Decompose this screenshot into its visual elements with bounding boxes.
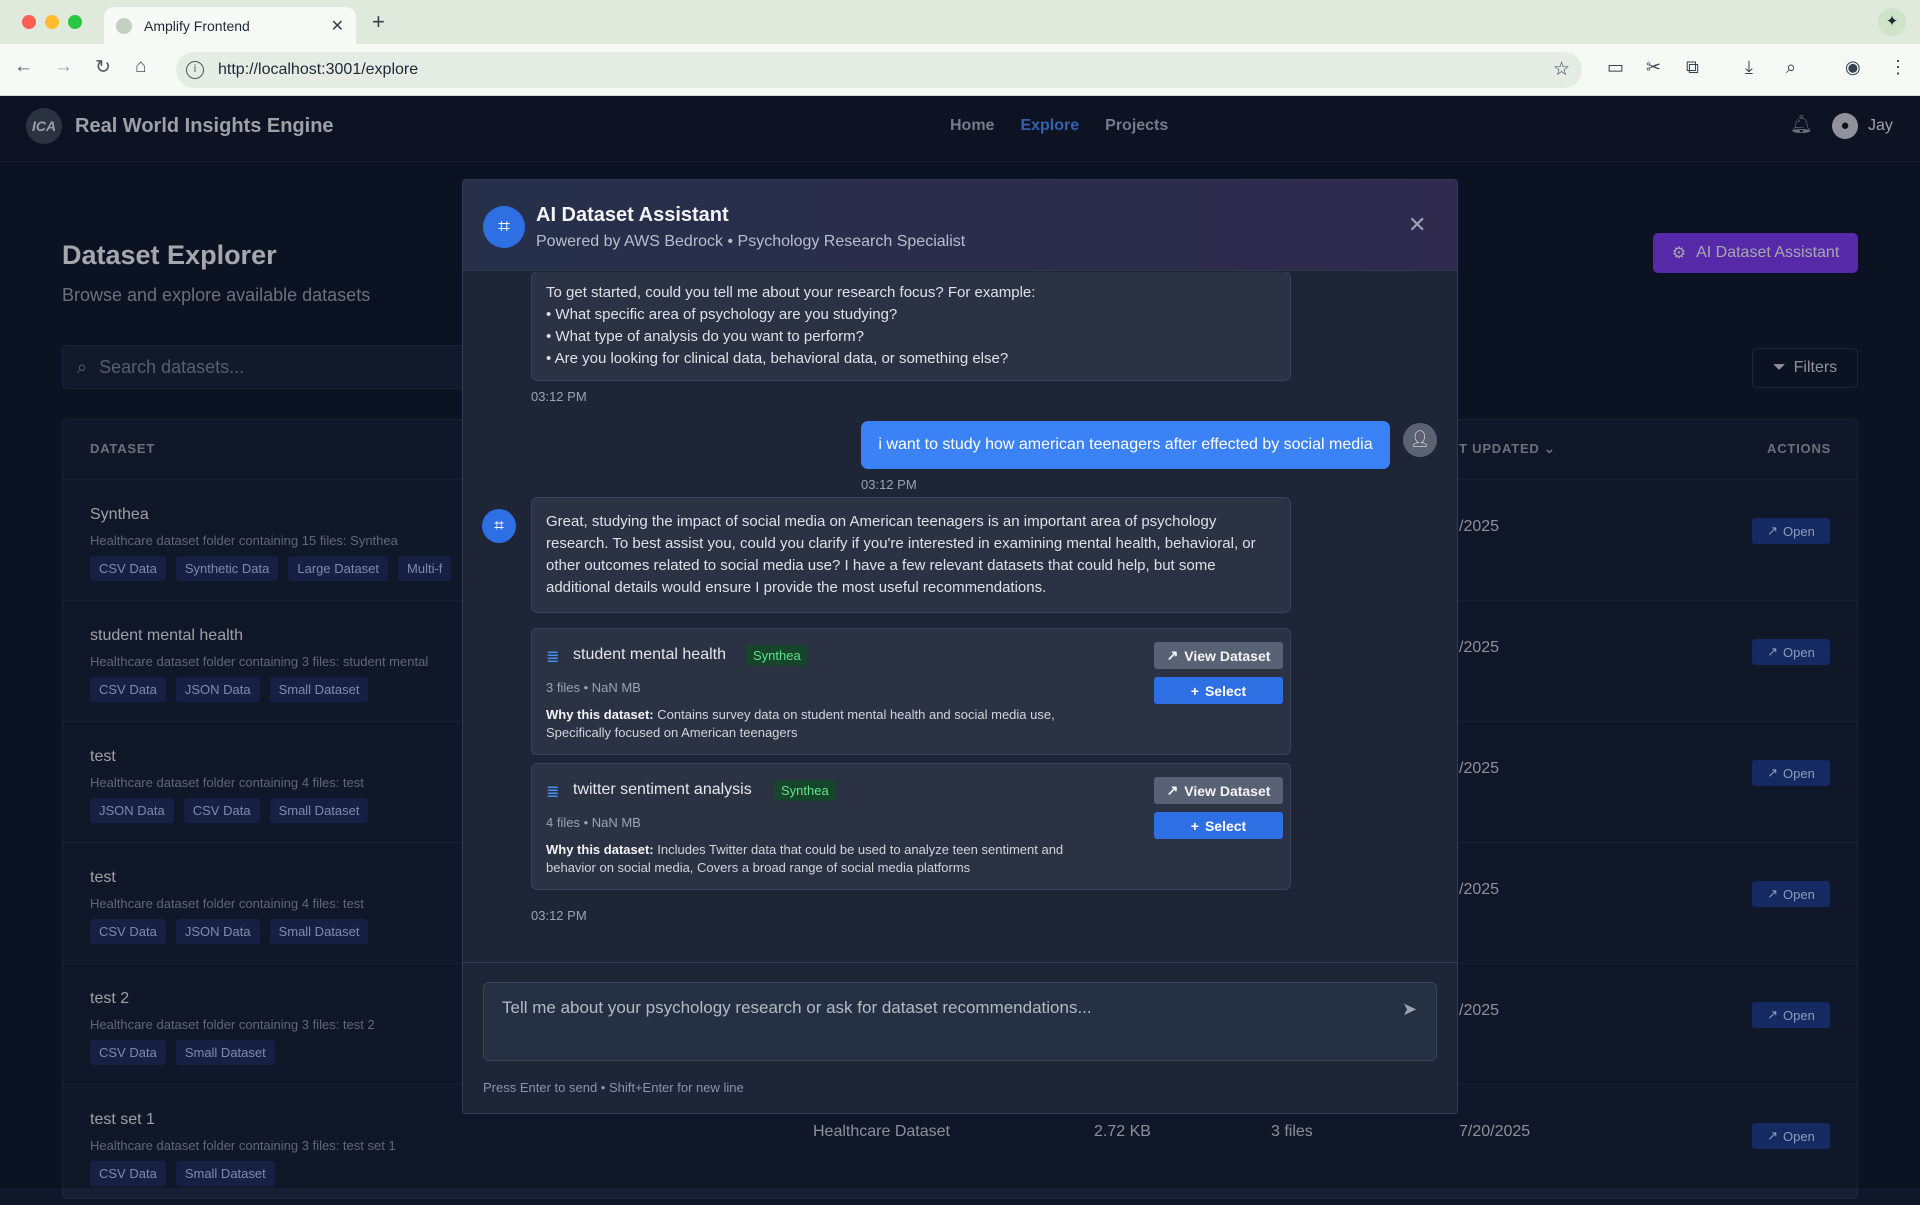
modal-subtitle: Powered by AWS Bedrock • Psychology Rese… [536,233,966,250]
menu-kebab-icon[interactable]: ⋮ [1889,57,1907,78]
external-link-icon: ↗ [1166,647,1179,663]
close-icon[interactable]: ✕ [1408,212,1426,238]
close-tab-icon[interactable]: ✕ [331,16,344,36]
tab-title: Amplify Frontend [144,17,250,34]
plus-icon: + [1190,682,1199,699]
gemini-icon[interactable]: ✦ [1878,8,1906,36]
ai-assistant-modal: ⌗ AI Dataset Assistant Powered by AWS Be… [462,179,1458,1114]
send-icon[interactable]: ➤ [1402,999,1417,1020]
window-controls [22,15,82,29]
minimize-window-button[interactable] [45,15,59,29]
cast-icon[interactable]: ▭ [1607,57,1624,78]
user-message: i want to study how american teenagers a… [861,421,1390,469]
new-tab-icon[interactable]: + [372,9,385,35]
message-line: • What specific area of psychology are y… [546,306,898,323]
recommendation-reason: Why this dataset: Contains survey data o… [546,707,1055,740]
external-link-icon: ↗ [1166,782,1179,798]
url-text: http://localhost:3001/explore [218,61,419,78]
recommendation-meta: 4 files • NaN MB [546,815,641,830]
message-line: To get started, could you tell me about … [546,284,1036,301]
profile-avatar-icon[interactable]: ◉ [1845,57,1861,78]
modal-footer: ➤ Press Enter to send • Shift+Enter for … [463,962,1457,1113]
message-text: Great, studying the impact of social med… [546,513,1256,596]
database-icon: ≣ [546,784,560,801]
recommendation-card: ≣ student mental health Synthea 3 files … [531,628,1291,755]
plus-icon: + [1190,817,1199,834]
input-hint: Press Enter to send • Shift+Enter for ne… [483,1080,744,1095]
message-textarea[interactable] [484,983,1436,1060]
recommendation-name: twitter sentiment analysis [573,781,752,798]
maximize-window-button[interactable] [68,15,82,29]
modal-header: ⌗ AI Dataset Assistant Powered by AWS Be… [463,180,1457,271]
puzzle-icon[interactable]: ⧉ [1686,57,1699,78]
home-icon[interactable]: ⌂ [135,56,146,78]
address-bar[interactable]: i http://localhost:3001/explore ☆ [176,52,1582,88]
forward-icon[interactable]: → [54,56,73,78]
close-window-button[interactable] [22,15,36,29]
modal-title: AI Dataset Assistant [536,204,729,226]
source-badge: Synthea [746,645,808,666]
recommendation-meta: 3 files • NaN MB [546,680,641,695]
select-button[interactable]: + Select [1154,677,1283,704]
back-icon[interactable]: ← [14,56,33,78]
recommendation-card: ≣ twitter sentiment analysis Synthea 4 f… [531,763,1291,890]
tab-search-icon[interactable]: ⌕ [1786,57,1796,78]
view-dataset-button[interactable]: ↗ View Dataset [1154,642,1283,669]
message-timestamp: 03:12 PM [531,389,587,404]
site-info-icon[interactable]: i [186,61,204,79]
message-input[interactable]: ➤ [483,982,1437,1061]
select-button[interactable]: + Select [1154,812,1283,839]
recommendation-name: student mental health [573,646,726,663]
bot-avatar-icon: ⌗ [482,509,516,543]
extension-icon[interactable]: ✂ [1646,57,1661,78]
recommendation-reason: Why this dataset: Includes Twitter data … [546,842,1064,875]
browser-tab[interactable]: Amplify Frontend ✕ [104,7,356,44]
user-avatar-icon: 👤︎ [1403,423,1437,457]
view-dataset-button[interactable]: ↗ View Dataset [1154,777,1283,804]
chip-icon: ⌗ [483,206,525,248]
message-timestamp: 03:12 PM [861,477,917,492]
chat-history[interactable]: To get started, could you tell me about … [463,272,1457,962]
browser-toolbar: ← → ↻ ⌂ i http://localhost:3001/explore … [0,44,1920,96]
source-badge: Synthea [774,780,836,801]
browser-tab-bar: Amplify Frontend ✕ + ✦ [0,0,1920,44]
favicon-icon [116,17,132,34]
message-timestamp: 03:12 PM [531,908,587,923]
message-line: • What type of analysis do you want to p… [546,328,864,345]
reload-icon[interactable]: ↻ [95,56,111,79]
bookmark-star-icon[interactable]: ☆ [1553,58,1570,81]
database-icon: ≣ [546,649,560,666]
assistant-message: Great, studying the impact of social med… [531,497,1291,613]
message-line: • Are you looking for clinical data, beh… [546,350,1009,367]
download-icon[interactable]: ⤓ [1745,57,1753,78]
assistant-message: To get started, could you tell me about … [531,272,1291,381]
